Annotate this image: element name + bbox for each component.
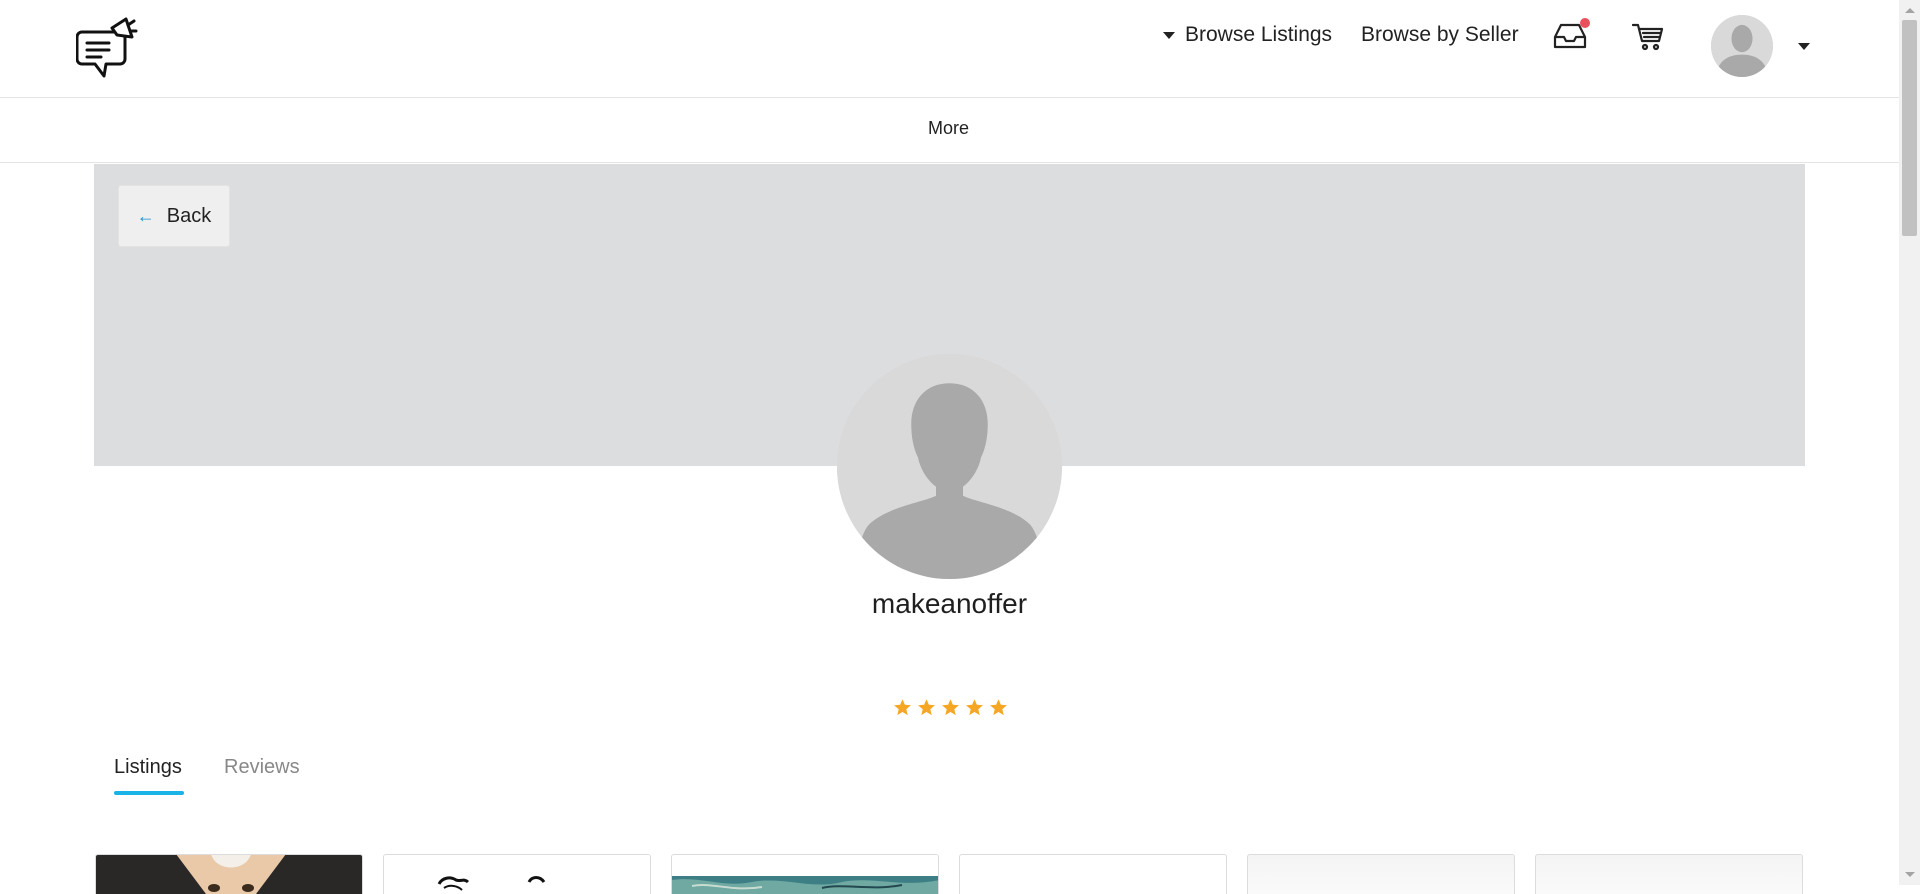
tab-reviews[interactable]: Reviews — [224, 756, 300, 779]
notification-dot — [1580, 18, 1590, 28]
star-icon — [918, 699, 935, 716]
browse-by-seller-link[interactable]: Browse by Seller — [1361, 20, 1519, 50]
star-icon — [894, 699, 911, 716]
seller-avatar — [837, 354, 1062, 579]
scroll-down-arrow-icon[interactable] — [1905, 872, 1915, 877]
listing-card[interactable] — [1247, 854, 1515, 894]
tab-listings[interactable]: Listings — [114, 756, 182, 779]
star-icon — [942, 699, 959, 716]
listing-thumbnail-cat — [96, 855, 362, 894]
top-navbar: Browse Listings Browse by Seller — [0, 0, 1899, 98]
site-logo-icon[interactable] — [75, 16, 138, 82]
listing-card[interactable] — [671, 854, 939, 894]
star-icon — [966, 699, 983, 716]
arrow-left-icon: ← — [136, 205, 155, 226]
secondary-navbar: More — [0, 99, 1899, 163]
listing-card[interactable] — [95, 854, 363, 894]
listing-card[interactable] — [383, 854, 651, 894]
user-silhouette-icon — [1711, 15, 1773, 77]
browse-listings-label: Browse Listings — [1185, 23, 1333, 46]
user-silhouette-icon — [837, 354, 1062, 579]
cart-icon[interactable] — [1631, 22, 1664, 52]
rating-stars — [893, 698, 1008, 717]
more-menu[interactable]: More — [928, 118, 969, 139]
back-button[interactable]: ← Back — [118, 185, 230, 247]
listing-card[interactable] — [959, 854, 1227, 894]
user-avatar[interactable] — [1711, 15, 1773, 77]
page-scrollbar[interactable] — [1899, 0, 1920, 885]
browse-listings-dropdown[interactable]: Browse Listings — [1163, 20, 1332, 50]
inbox-icon[interactable] — [1553, 18, 1590, 50]
star-icon — [990, 699, 1007, 716]
listing-card[interactable] — [1535, 854, 1803, 894]
user-menu-caret-icon[interactable] — [1798, 43, 1810, 50]
caret-down-icon — [1163, 31, 1175, 39]
seller-username: makeanoffer — [871, 588, 1028, 619]
listing-thumbnail-illustration — [384, 855, 650, 894]
listing-thumbnail-painting — [672, 855, 938, 894]
active-tab-indicator — [114, 791, 184, 795]
back-label: Back — [166, 204, 212, 227]
scroll-thumb[interactable] — [1902, 20, 1917, 236]
scroll-up-arrow-icon[interactable] — [1905, 8, 1915, 13]
